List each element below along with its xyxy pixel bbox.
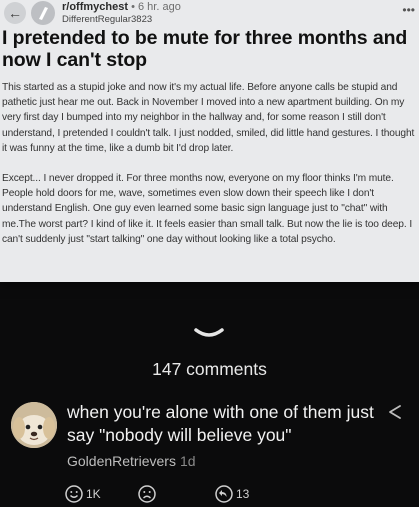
subreddit-avatar[interactable] [31,1,55,25]
avatar[interactable] [11,402,57,448]
comment-text: when you're alone with one of them just … [67,402,374,445]
more-dots-icon[interactable]: ••• [402,3,415,17]
sad-face-icon [138,485,156,503]
comment-reactions: 1K 13 [64,484,364,504]
post-author[interactable]: DifferentRegular3823 [62,14,152,25]
reaction-smile[interactable]: 1K [64,484,101,507]
comment-meta: GoldenRetrievers 1d [67,453,196,469]
smile-icon [65,485,83,503]
chevron-down-icon[interactable] [192,327,226,341]
comment-username[interactable]: GoldenRetrievers [67,453,176,469]
reaction-reply[interactable]: 13 [214,484,249,507]
post-screenshot: ← r/offmychest • 6 hr. ago DifferentRegu… [0,0,419,282]
subreddit-logo-icon [39,7,48,20]
golden-retriever-avatar-icon [11,402,57,448]
post-time: • 6 hr. ago [131,1,181,13]
share-icon[interactable] [387,404,403,420]
comments-count[interactable]: 147 comments [0,359,419,380]
subreddit-name[interactable]: r/offmychest [62,1,128,13]
reply-icon [215,485,233,503]
reaction-count: 1K [86,487,101,501]
post-header: ← r/offmychest • 6 hr. ago DifferentRegu… [0,0,419,28]
post-paragraph-1: This started as a stupid joke and now it… [2,82,415,154]
post-title: I pretended to be mute for three months … [2,27,408,71]
post-paragraph-2: Except... I never dropped it. For three … [2,173,413,245]
comment-age: 1d [179,453,196,469]
back-arrow-icon[interactable]: ← [4,2,26,24]
reaction-sad[interactable] [137,484,157,507]
reply-count: 13 [236,487,250,501]
